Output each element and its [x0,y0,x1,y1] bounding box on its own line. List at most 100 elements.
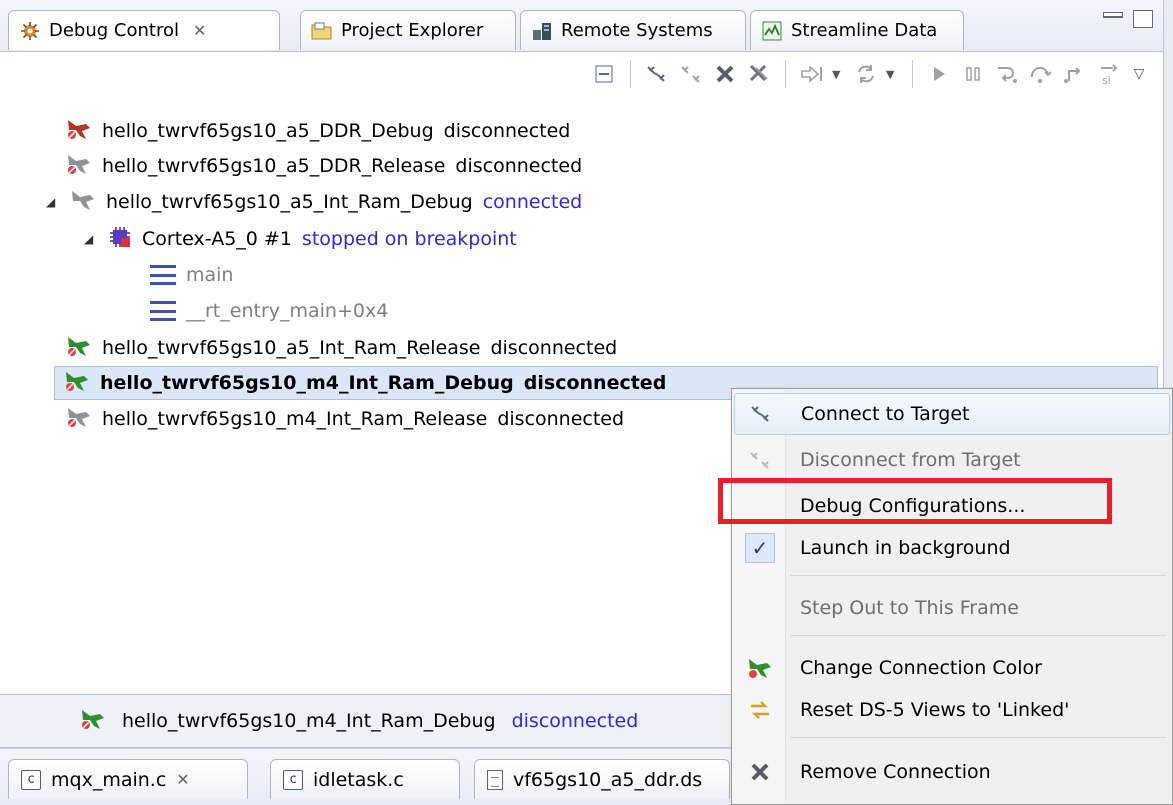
run-icon[interactable] [925,60,953,88]
tree-row-connection[interactable]: hello_twrvf65gs10_a5_DDR_Debug disconnec… [66,114,570,148]
c-file-icon: c [21,769,41,790]
stack-frame-icon [150,301,176,321]
streamline-icon [761,20,783,42]
tab-mqx-main-c[interactable]: c mqx_main.c ✕ [8,759,248,799]
tab-idletask-c[interactable]: c idletask.c [270,759,460,799]
close-icon[interactable]: ✕ [176,770,189,789]
toolbar-separator [912,60,913,88]
chevron-down-icon[interactable]: ▼ [886,68,900,81]
connection-gray-icon [70,188,96,217]
step-return-icon[interactable] [1061,60,1089,88]
step-over-icon[interactable] [1027,60,1055,88]
disconnect-icon [734,448,786,472]
connect-icon [735,402,787,426]
tab-remote-systems[interactable]: Remote Systems [520,10,746,50]
menu-separator [790,737,1166,738]
collapse-all-icon[interactable] [590,60,618,88]
menu-item-step-out-to-this-frame[interactable]: Step Out to This Frame [734,587,1170,629]
refresh-icon[interactable] [852,60,880,88]
menu-item-label: Launch in background [800,537,1011,559]
remove-connection-icon[interactable] [711,60,739,88]
tree-row-connection[interactable]: hello_twrvf65gs10_a5_Int_Ram_Release dis… [66,331,617,365]
menu-item-check-slot: ✓ [734,533,786,563]
remove-icon [734,761,786,783]
tree-row-connection[interactable]: ◢ hello_twrvf65gs10_a5_Int_Ram_Debug con… [46,185,582,219]
tab-project-explorer[interactable]: Project Explorer [300,10,516,50]
svg-text:si: si [1102,74,1111,86]
menu-item-connect-to-target[interactable]: Connect to Target [734,393,1170,435]
tree-row-core[interactable]: ◢ Cortex-A5_0 #1 stopped on breakpoint [84,222,517,256]
status-line-status: disconnected [511,710,639,732]
connection-status: disconnected [490,337,618,359]
c-file-icon: c [283,769,303,790]
connection-label: hello_twrvf65gs10_a5_Int_Ram_Release [102,337,481,359]
pause-icon[interactable] [959,60,987,88]
connection-status: disconnected [523,372,667,394]
toolbar-separator [785,60,786,88]
maximize-icon[interactable] [1133,10,1153,28]
debug-control-toolbar: ▼ ▼ si ▽ [0,52,1163,96]
step-target-icon[interactable] [798,60,826,88]
connection-gray-icon [66,405,92,434]
menu-item-change-connection-color[interactable]: Change Connection Color [734,647,1170,689]
remote-systems-icon [531,20,553,42]
tab-label: Debug Control [49,20,179,41]
connection-status: disconnected [455,155,583,177]
stack-frame-label: main [186,264,234,286]
step-into-icon[interactable] [993,60,1021,88]
menu-item-reset-ds5-views[interactable]: Reset DS-5 Views to 'Linked' [734,689,1170,731]
editor-tab-label: vf65gs10_a5_ddr.ds [513,768,703,791]
menu-item-remove-connection[interactable]: Remove Connection [734,751,1170,793]
tree-row-connection[interactable]: hello_twrvf65gs10_m4_Int_Ram_Release dis… [66,402,624,436]
connection-status: disconnected [443,120,571,142]
view-window-controls [1103,10,1153,28]
tree-row-stack-frame[interactable]: main [150,258,233,292]
connect-icon[interactable] [643,60,671,88]
menu-separator [790,575,1166,576]
menu-item-disconnect-from-target[interactable]: Disconnect from Target [734,439,1170,481]
close-icon[interactable]: ✕ [193,21,206,40]
tab-label: Remote Systems [561,20,713,41]
annotation-highlight-box [718,478,1112,524]
menu-item-label: Remove Connection [800,761,991,783]
folder-icon [311,20,333,42]
menu-item-label: Connect to Target [801,403,970,425]
connection-green-icon [80,707,106,736]
view-menu-icon[interactable]: ▽ [1129,60,1149,88]
tab-streamline-data[interactable]: Streamline Data [750,10,964,50]
tree-row-stack-frame[interactable]: __rt_entry_main+0x4 [150,294,388,328]
core-label: Cortex-A5_0 #1 [142,228,292,250]
expanded-twisty-icon[interactable]: ◢ [46,195,60,209]
connection-green-icon [66,334,92,363]
menu-item-launch-in-background[interactable]: ✓ Launch in background [734,527,1170,569]
connection-status: disconnected [497,408,625,430]
connection-label: hello_twrvf65gs10_m4_Int_Ram_Release [102,408,488,430]
chevron-down-icon[interactable]: ▼ [832,68,846,81]
tab-label: Streamline Data [791,20,938,41]
disconnect-icon[interactable] [677,60,705,88]
minimize-icon[interactable] [1103,12,1123,18]
connection-status: connected [482,191,583,213]
context-menu: Connect to Target Disconnect from Target… [731,388,1173,805]
connection-label: hello_twrvf65gs10_m4_Int_Ram_Debug [100,372,514,394]
tree-row-connection[interactable]: hello_twrvf65gs10_a5_DDR_Release disconn… [66,149,582,183]
remove-all-icon[interactable] [745,60,773,88]
menu-item-label: Disconnect from Target [800,449,1021,471]
connection-label: hello_twrvf65gs10_a5_Int_Ram_Debug [106,191,473,213]
connection-color-icon [734,656,786,680]
editor-tab-label: idletask.c [313,768,404,791]
toolbar-separator [630,60,631,88]
link-views-icon [734,698,786,722]
instruction-step-icon[interactable]: si [1095,60,1123,88]
menu-item-label: Change Connection Color [800,657,1042,679]
tab-vf65gs10-a5-ddr-ds[interactable]: vf65gs10_a5_ddr.ds [474,759,730,799]
connection-label: hello_twrvf65gs10_a5_DDR_Release [102,155,446,177]
connection-gray-icon [66,152,92,181]
expanded-twisty-icon[interactable]: ◢ [84,232,98,246]
editor-tab-label: mqx_main.c [51,768,167,791]
ds-file-icon [487,769,503,790]
tab-debug-control[interactable]: Debug Control ✕ [8,10,280,50]
stack-frame-icon [150,265,176,285]
connection-green-icon [64,369,90,398]
cpu-core-icon [108,225,132,254]
